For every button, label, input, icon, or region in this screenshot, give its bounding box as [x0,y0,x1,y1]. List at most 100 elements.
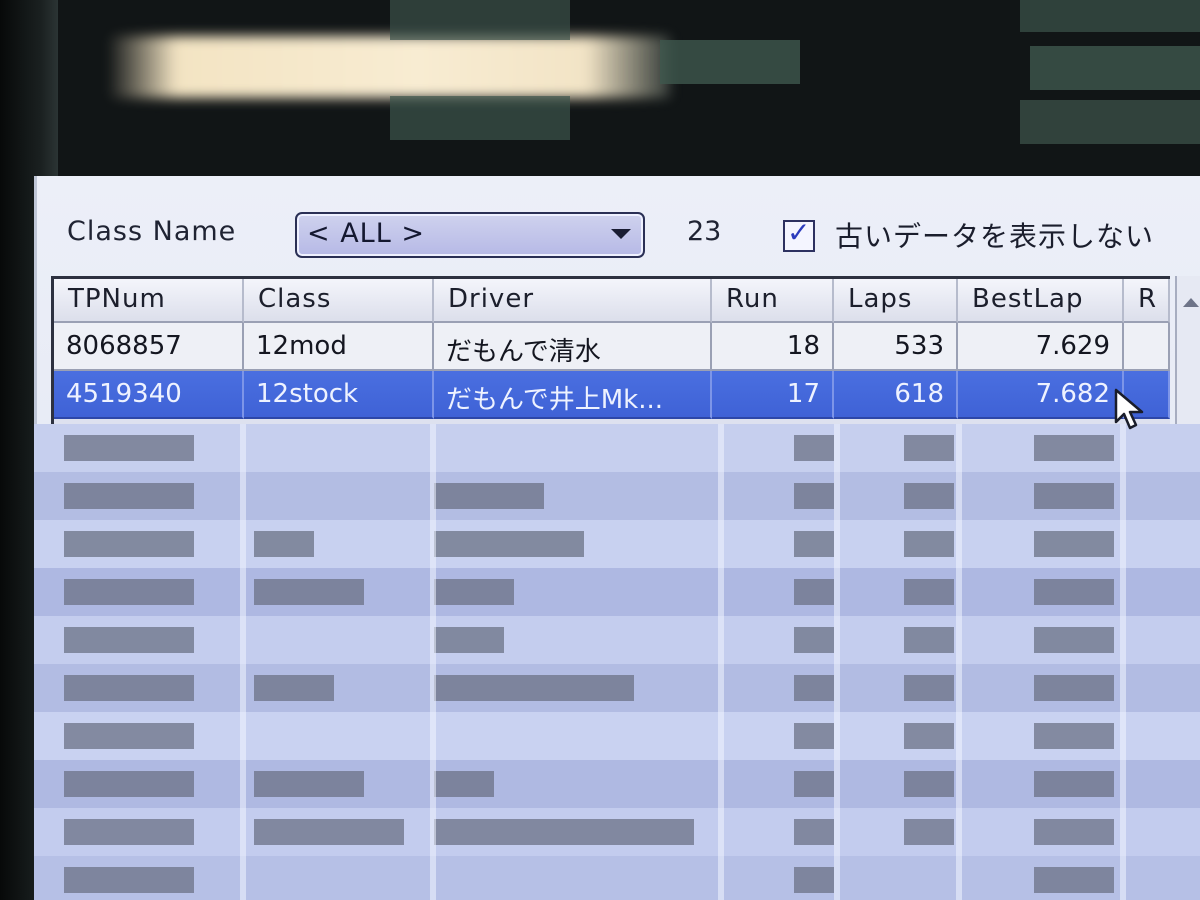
pixel-block [254,819,404,845]
pixel-band [34,424,1200,472]
cell-laps: 533 [834,323,958,371]
class-name-value: < ALL > [307,218,425,249]
pixel-block [64,483,194,509]
pixel-band [34,760,1200,808]
cell-run: 18 [712,323,834,371]
column-header-tpnum[interactable]: TPNum [54,279,244,323]
pixel-block [64,771,194,797]
pixel-column-divider [718,424,724,900]
pixel-block [434,483,544,509]
column-header-bestlap[interactable]: BestLap [958,279,1124,323]
pixel-block [660,40,800,84]
pixel-block [390,0,570,40]
pixel-block [1030,46,1200,90]
record-count: 23 [687,216,722,247]
cell-laps: 618 [834,371,958,419]
pixel-block [904,531,954,557]
pixel-block [434,531,584,557]
pixel-block [794,675,834,701]
pixel-block [794,579,834,605]
hide-old-data-checkbox[interactable]: ✓ [783,216,815,252]
pixel-block [64,675,194,701]
pixel-column-divider [834,424,840,900]
pixel-block [1034,771,1114,797]
pixel-band [34,568,1200,616]
pixel-block [64,819,194,845]
column-header-laps[interactable]: Laps [834,279,958,323]
pixel-block [794,531,834,557]
blurred-highlight [110,36,670,98]
pixel-block [254,771,364,797]
pixel-band [34,616,1200,664]
pixel-block [434,771,494,797]
cell-r [1124,323,1170,371]
pixel-column-divider [430,424,436,900]
pixel-block [1034,675,1114,701]
pixel-block [64,579,194,605]
pixel-band [34,856,1200,900]
pixel-block [904,675,954,701]
column-header-r[interactable]: R [1124,279,1170,323]
cell-run: 17 [712,371,834,419]
pixel-column-divider [240,424,246,900]
pixel-block [1034,819,1114,845]
pixel-block [794,867,834,893]
pixel-band [34,472,1200,520]
pixel-block [64,531,194,557]
pixel-block [254,675,334,701]
column-header-run[interactable]: Run [712,279,834,323]
pixel-block [1034,867,1114,893]
pixel-block [1020,100,1200,144]
pixel-band [34,808,1200,856]
class-name-select[interactable]: < ALL > [295,212,645,258]
cell-class: 12mod [244,323,434,371]
cell-tpnum: 4519340 [54,371,244,419]
pixel-block [1034,435,1114,461]
cell-bestlap: 7.682 [958,371,1124,419]
table-row-selected[interactable]: 4519340 12stock だもんで井上Mk... 17 618 7.682 [54,371,1170,419]
table-header: TPNum Class Driver Run Laps BestLap R [54,279,1170,323]
hide-old-data-label[interactable]: 古いデータを表示しない [835,215,1154,255]
chevron-down-icon[interactable] [611,229,631,239]
pixel-block [794,819,834,845]
pixel-block [794,483,834,509]
cell-class: 12stock [244,371,434,419]
pixel-column-divider [956,424,962,900]
cell-bestlap: 7.629 [958,323,1124,371]
pixel-band [34,712,1200,760]
pixel-block [64,435,194,461]
mouse-cursor-icon [1114,388,1144,430]
pixel-block [434,579,514,605]
pixel-block [1034,579,1114,605]
pixel-block [1034,483,1114,509]
pixel-band [34,664,1200,712]
column-header-class[interactable]: Class [244,279,434,323]
screen: Class Name < ALL > 23 ✓ 古いデータを表示しない TPNu… [0,0,1200,900]
table-row[interactable]: 8068857 12mod だもんで清水 18 533 7.629 [54,323,1170,371]
pixel-block [434,627,504,653]
pixel-block [1034,627,1114,653]
pixel-block [904,771,954,797]
pixel-block [794,435,834,461]
column-header-driver[interactable]: Driver [434,279,712,323]
pixel-block [1034,531,1114,557]
pixel-block [904,435,954,461]
pixel-column-divider [1120,424,1126,900]
filter-toolbar: Class Name < ALL > 23 ✓ 古いデータを表示しない [37,176,1200,276]
pixel-block [904,627,954,653]
pixel-block [1020,0,1200,32]
pixel-block [390,96,570,140]
pixel-block [64,627,194,653]
checkmark-icon: ✓ [787,216,811,249]
cell-driver: だもんで井上Mk... [434,371,712,419]
pixel-block [794,723,834,749]
pixelated-table-region [34,424,1200,900]
pixel-block [904,483,954,509]
pixel-block [904,819,954,845]
pixel-block [794,771,834,797]
cell-tpnum: 8068857 [54,323,244,371]
pixel-block [434,819,694,845]
pixel-block [254,579,364,605]
scroll-up-arrow-icon[interactable] [1183,298,1199,307]
class-name-label: Class Name [67,216,237,247]
